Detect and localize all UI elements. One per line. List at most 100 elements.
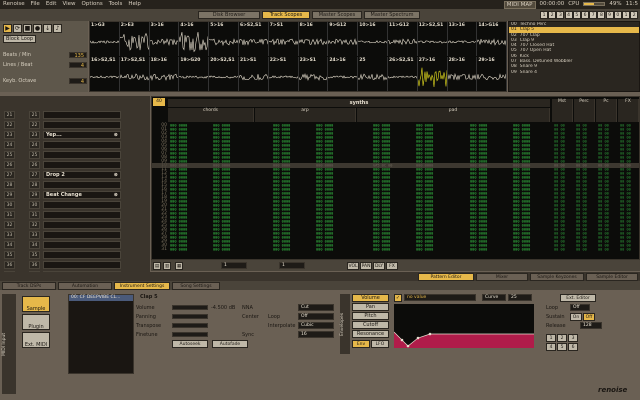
- scope[interactable]: 16>S2,S1: [90, 57, 120, 91]
- scope[interactable]: 12>S2,S1: [417, 22, 448, 56]
- sequence-section-name[interactable]: [43, 150, 121, 159]
- sequence-section-name[interactable]: [43, 200, 121, 209]
- tab-mixer[interactable]: Mixer: [476, 273, 528, 281]
- envelope-enable-checkbox[interactable]: ✓: [394, 294, 402, 302]
- sequence-pattern[interactable]: 24: [29, 140, 40, 149]
- lfo-button[interactable]: LFO: [371, 340, 389, 348]
- sync-value[interactable]: 16: [298, 331, 334, 338]
- finetune-slider[interactable]: [172, 332, 208, 337]
- nna-select[interactable]: Cut: [298, 304, 334, 311]
- menu-tools[interactable]: Tools: [106, 0, 126, 9]
- envelope-slot-4[interactable]: 4: [546, 343, 556, 351]
- fx-column-toggle[interactable]: FX: [386, 262, 398, 270]
- sequence-position[interactable]: 29: [4, 190, 15, 199]
- pattern-number[interactable]: 40: [153, 98, 165, 106]
- curve-value[interactable]: 25: [508, 294, 532, 301]
- track-header[interactable]: Mst: [552, 99, 573, 122]
- note-cell[interactable]: 000 0000: [213, 248, 230, 251]
- play-button[interactable]: ▶: [3, 24, 12, 33]
- sequence-pattern[interactable]: 23: [29, 130, 40, 139]
- note-cell[interactable]: 000 0000: [373, 248, 390, 251]
- sequence-section-name[interactable]: [43, 250, 121, 259]
- sequence-pattern[interactable]: 27: [29, 170, 40, 179]
- scope[interactable]: 17>S2,S1: [119, 57, 150, 91]
- sequence-pattern[interactable]: 36: [29, 260, 40, 269]
- scope[interactable]: 4>16: [179, 22, 210, 56]
- track-solo-2[interactable]: 2: [548, 11, 557, 19]
- envelope-slot-3[interactable]: 3: [568, 334, 578, 342]
- tab-instrument-settings[interactable]: Instrument Settings: [114, 282, 170, 290]
- note-cell[interactable]: 00 00: [576, 248, 587, 251]
- close-icon[interactable]: ⊗: [114, 192, 118, 199]
- plugin-mode-button[interactable]: Plugin: [22, 314, 50, 330]
- sequence-row[interactable]: 24 24: [4, 140, 121, 149]
- sequence-position[interactable]: 36: [4, 260, 15, 269]
- loop-select[interactable]: Off: [298, 313, 334, 320]
- sequence-position[interactable]: 31: [4, 210, 15, 219]
- close-icon[interactable]: ⊗: [114, 172, 118, 179]
- pattern-btn-3[interactable]: ▦: [175, 262, 183, 270]
- ext-editor-button[interactable]: Ext. Editor: [560, 294, 596, 302]
- sequence-pattern[interactable]: 21: [29, 110, 40, 119]
- lines-value[interactable]: 1: [221, 262, 247, 269]
- note-cell[interactable]: 000 0000: [416, 248, 433, 251]
- pattern-data[interactable]: 000 0000 000 0000 000 0000 000 0000 000 0000…: [168, 123, 638, 251]
- scope[interactable]: 20>S2,S1: [209, 57, 239, 91]
- track-solo-1[interactable]: 1: [540, 11, 548, 19]
- note-cell[interactable]: 000 0000: [513, 248, 530, 251]
- sequence-position[interactable]: 23: [4, 130, 15, 139]
- scope[interactable]: 25: [358, 57, 388, 91]
- stop-button[interactable]: ■: [23, 24, 32, 33]
- sequence-row[interactable]: 21 21: [4, 110, 121, 119]
- group-title[interactable]: synths: [168, 99, 550, 107]
- env-pitch-button[interactable]: Pitch: [352, 312, 389, 320]
- vol-column-toggle[interactable]: VOL: [347, 262, 359, 270]
- note-cell[interactable]: 000 0000: [273, 248, 290, 251]
- sequence-position[interactable]: 34: [4, 240, 15, 249]
- dly-column-toggle[interactable]: DLY: [373, 262, 385, 270]
- sequence-pattern[interactable]: 35: [29, 250, 40, 259]
- step-value[interactable]: 1: [279, 262, 305, 269]
- scope[interactable]: 6>S2,S1: [239, 22, 269, 56]
- track-solo-12[interactable]: 2: [630, 11, 639, 19]
- tab-track-dsps[interactable]: Track DSPs: [2, 282, 56, 290]
- sequence-row[interactable]: 26 26: [4, 160, 121, 169]
- env-button[interactable]: Env: [352, 340, 370, 348]
- tab-sample-editor[interactable]: Sample Editor: [586, 273, 638, 281]
- scope[interactable]: 11>G12: [388, 22, 418, 56]
- track-chords[interactable]: chords: [168, 108, 253, 113]
- sequence-row[interactable]: 22 22: [4, 120, 121, 129]
- sequence-position[interactable]: 27: [4, 170, 15, 179]
- sustain-on-button[interactable]: On: [570, 313, 582, 321]
- loop-play-button[interactable]: ⟳: [13, 24, 22, 33]
- sequence-row[interactable]: 29 29 Beat Change ⊗: [4, 190, 121, 199]
- track-solo-7[interactable]: 7: [589, 11, 598, 19]
- tab-master-spectrum[interactable]: Master Spectrum: [364, 11, 420, 19]
- record-button[interactable]: ●: [33, 24, 42, 33]
- sequence-row[interactable]: 34 34: [4, 240, 121, 249]
- sequence-pattern[interactable]: 34: [29, 240, 40, 249]
- sequence-section-name[interactable]: [43, 210, 121, 219]
- sequence-section-name[interactable]: [43, 260, 121, 269]
- scope[interactable]: 14>G16: [477, 22, 508, 56]
- scope[interactable]: 1>G3: [90, 22, 120, 56]
- volume-slider[interactable]: [172, 305, 208, 310]
- sequence-row[interactable]: 28 28: [4, 180, 121, 189]
- scope[interactable]: 7>S1: [268, 22, 299, 56]
- envelope-slot-2[interactable]: 2: [557, 334, 567, 342]
- envelope-slot-6[interactable]: 6: [568, 343, 578, 351]
- pattern-btn-2[interactable]: ▥: [163, 262, 171, 270]
- scope[interactable]: 19>G20: [179, 57, 210, 91]
- menu-edit[interactable]: Edit: [43, 0, 60, 9]
- scope[interactable]: 29>16: [477, 57, 508, 91]
- ext-midi-mode-button[interactable]: Ext. MIDI: [22, 332, 50, 348]
- sequence-pattern[interactable]: 29: [29, 190, 40, 199]
- sequence-position[interactable]: 25: [4, 150, 15, 159]
- menu-options[interactable]: Options: [79, 0, 106, 9]
- sequence-row[interactable]: 32 32: [4, 220, 121, 229]
- curve-select[interactable]: Curve: [482, 294, 506, 301]
- tab-automation[interactable]: Automation: [58, 282, 112, 290]
- scope[interactable]: 28>16: [447, 57, 478, 91]
- scope[interactable]: 27>16: [417, 57, 448, 91]
- sequence-position[interactable]: 35: [4, 250, 15, 259]
